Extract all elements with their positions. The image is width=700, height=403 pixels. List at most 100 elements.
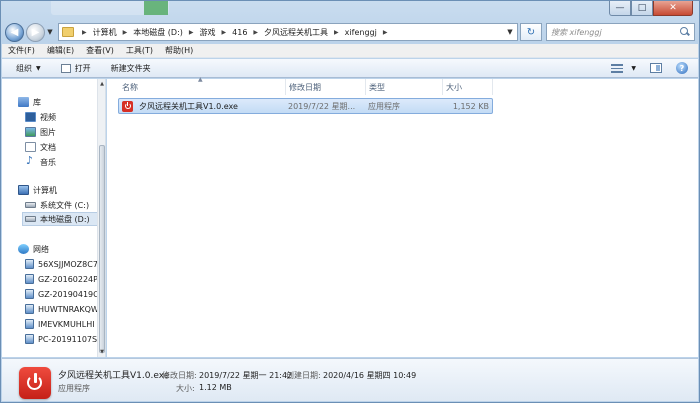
breadcrumb-separator-icon[interactable]: ▶ bbox=[334, 29, 339, 36]
music-icon bbox=[25, 155, 36, 167]
address-dropdown[interactable]: ▼ bbox=[503, 28, 517, 36]
help-icon[interactable]: ? bbox=[676, 62, 688, 74]
host-icon bbox=[25, 304, 34, 314]
chevron-down-icon[interactable]: ▼ bbox=[631, 65, 636, 72]
refresh-icon: ↻ bbox=[526, 26, 536, 38]
address-bar[interactable]: ▶ 计算机 ▶ 本地磁盘 (D:) ▶ 游戏 ▶ 416 ▶ 夕风远程关机工具 … bbox=[58, 23, 518, 41]
nav-host[interactable]: HUWTNRAKQW bbox=[25, 302, 99, 316]
details-created-value: 2020/4/16 星期四 10:49 bbox=[323, 371, 417, 380]
breadcrumb-416[interactable]: 416 bbox=[232, 28, 247, 37]
nav-label: IMEVKMUHLHI bbox=[38, 319, 95, 329]
menu-tools[interactable]: 工具(T) bbox=[126, 45, 153, 56]
power-app-icon bbox=[19, 367, 51, 399]
scroll-thumb[interactable] bbox=[99, 145, 105, 353]
open-button[interactable]: 打开 bbox=[60, 63, 91, 74]
maximize-button[interactable]: □ bbox=[631, 1, 653, 16]
breadcrumb-separator-icon[interactable]: ▶ bbox=[222, 29, 227, 36]
file-type: 应用程序 bbox=[368, 101, 400, 111]
computer-icon bbox=[18, 185, 29, 195]
scroll-up-icon[interactable]: ▲ bbox=[98, 81, 106, 87]
host-icon bbox=[25, 334, 34, 344]
table-row[interactable]: 夕风远程关机工具V1.0.exe 2019/7/22 星期... 应用程序 1,… bbox=[118, 98, 493, 114]
nav-scrollbar[interactable]: ▲ ▼ bbox=[97, 79, 105, 357]
preview-pane-icon[interactable] bbox=[650, 63, 662, 73]
nav-label: 文档 bbox=[40, 142, 56, 152]
nav-label: 网络 bbox=[33, 244, 49, 254]
organize-button[interactable]: 组织 ▼ bbox=[16, 63, 41, 74]
recent-pages-dropdown[interactable]: ▼ bbox=[45, 28, 55, 36]
breadcrumb-tool-folder[interactable]: 夕风远程关机工具 bbox=[264, 27, 328, 38]
menu-bar: 文件(F) 编辑(E) 查看(V) 工具(T) 帮助(H) bbox=[2, 44, 698, 58]
caption-buttons: — □ ✕ bbox=[609, 1, 693, 17]
forward-arrow-icon: ▶ bbox=[31, 26, 40, 38]
details-created-label: 创建日期: bbox=[286, 371, 321, 380]
new-folder-button[interactable]: 新建文件夹 bbox=[111, 63, 151, 74]
breadcrumb: ▶ 计算机 ▶ 本地磁盘 (D:) ▶ 游戏 ▶ 416 ▶ 夕风远程关机工具 … bbox=[76, 27, 393, 38]
search-icon[interactable] bbox=[680, 27, 690, 37]
picture-icon bbox=[25, 127, 36, 137]
nav-label: 系统文件 (C:) bbox=[40, 200, 90, 210]
minimize-button[interactable]: — bbox=[609, 1, 631, 16]
breadcrumb-xifenggj[interactable]: xifenggj bbox=[345, 28, 377, 37]
nav-label: 库 bbox=[33, 97, 41, 107]
column-headers: 名称 修改日期 类型 大小 bbox=[119, 79, 493, 95]
column-modified[interactable]: 修改日期 bbox=[286, 79, 366, 95]
command-bar: 组织 ▼ 打开 新建文件夹 ▼ ? bbox=[2, 59, 698, 78]
menu-edit[interactable]: 编辑(E) bbox=[47, 45, 74, 56]
file-size: 1,152 KB bbox=[452, 101, 489, 111]
menu-help[interactable]: 帮助(H) bbox=[165, 45, 193, 56]
nav-label: 本地磁盘 (D:) bbox=[40, 214, 90, 224]
file-modified: 2019/7/22 星期... bbox=[288, 101, 356, 111]
column-type[interactable]: 类型 bbox=[366, 79, 443, 95]
breadcrumb-separator-icon[interactable]: ▶ bbox=[189, 29, 194, 36]
column-size[interactable]: 大小 bbox=[443, 79, 493, 95]
drive-icon bbox=[25, 202, 36, 208]
nav-host[interactable]: PC-20191107SH bbox=[25, 332, 99, 346]
nav-drive-d[interactable]: 本地磁盘 (D:) bbox=[22, 212, 98, 226]
column-name[interactable]: 名称 bbox=[119, 79, 286, 95]
search-input[interactable]: 搜索 xifenggj bbox=[551, 27, 680, 38]
nav-label: 56XSJJMOZ8C7 bbox=[38, 259, 98, 269]
nav-label: HUWTNRAKQW bbox=[38, 304, 99, 314]
breadcrumb-separator-icon[interactable]: ▶ bbox=[383, 29, 388, 36]
new-folder-label: 新建文件夹 bbox=[110, 63, 151, 73]
title-badge bbox=[144, 1, 168, 15]
nav-label: GZ-20190419O bbox=[38, 289, 99, 299]
details-modified-label: 修改日期: bbox=[162, 371, 197, 380]
menu-view[interactable]: 查看(V) bbox=[86, 45, 114, 56]
forward-button[interactable]: ▶ bbox=[26, 22, 45, 42]
library-icon bbox=[18, 97, 29, 107]
open-label: 打开 bbox=[74, 63, 91, 73]
breadcrumb-computer[interactable]: 计算机 bbox=[93, 27, 117, 38]
scroll-down-icon[interactable]: ▼ bbox=[98, 349, 106, 355]
details-file-type: 应用程序 bbox=[58, 384, 90, 393]
breadcrumb-games[interactable]: 游戏 bbox=[200, 27, 216, 38]
nav-label: GZ-20160224PA bbox=[38, 274, 99, 284]
search-box[interactable]: 搜索 xifenggj bbox=[546, 23, 695, 41]
nav-label: 音乐 bbox=[40, 157, 56, 167]
nav-host[interactable]: 56XSJJMOZ8C7 bbox=[25, 257, 99, 271]
menu-file[interactable]: 文件(F) bbox=[8, 45, 35, 56]
view-options-icon[interactable] bbox=[611, 63, 624, 73]
nav-host[interactable]: GZ-20160224PA bbox=[25, 272, 99, 286]
breadcrumb-drive-d[interactable]: 本地磁盘 (D:) bbox=[133, 27, 183, 38]
nav-label: 图片 bbox=[40, 127, 56, 137]
close-button[interactable]: ✕ bbox=[653, 1, 693, 16]
host-icon bbox=[25, 259, 34, 269]
nav-host[interactable]: GZ-20190419O bbox=[25, 287, 99, 301]
back-button[interactable]: ◀ bbox=[5, 22, 24, 42]
nav-host[interactable]: IMEVKMUHLHI bbox=[25, 317, 99, 331]
breadcrumb-separator-icon[interactable]: ▶ bbox=[123, 29, 128, 36]
chevron-down-icon: ▼ bbox=[47, 28, 53, 36]
breadcrumb-separator-icon[interactable]: ▶ bbox=[253, 29, 258, 36]
host-icon bbox=[25, 289, 34, 299]
file-name: 夕风远程关机工具V1.0.exe bbox=[139, 101, 238, 111]
organize-label: 组织 bbox=[16, 63, 32, 73]
breadcrumb-separator-icon[interactable]: ▶ bbox=[82, 29, 87, 36]
document-icon bbox=[25, 142, 36, 152]
network-icon bbox=[18, 244, 29, 254]
nav-label: PC-20191107SH bbox=[38, 334, 99, 344]
details-pane: 夕风远程关机工具V1.0.exe 应用程序 修改日期: 2019/7/22 星期… bbox=[2, 358, 698, 401]
power-app-icon bbox=[122, 100, 133, 112]
refresh-button[interactable]: ↻ bbox=[520, 23, 542, 41]
